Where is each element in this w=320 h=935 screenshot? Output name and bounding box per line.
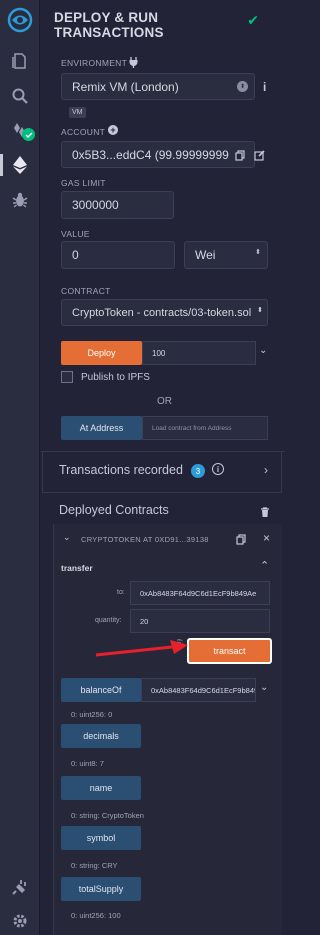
decimals-button[interactable]: decimals: [61, 724, 141, 748]
environment-label: ENVIRONMENT: [61, 58, 128, 68]
totalsupply-result: 0: uint256: 100: [71, 911, 121, 920]
gas-limit-input[interactable]: 3000000: [61, 191, 174, 219]
or-separator: OR: [157, 396, 172, 407]
icon-rail: [0, 0, 40, 935]
chevron-up-icon[interactable]: ⌃: [260, 559, 269, 572]
close-icon[interactable]: ×: [263, 531, 270, 545]
transactions-count-badge: 3: [191, 464, 205, 478]
edit-icon[interactable]: [254, 148, 265, 166]
transfer-quantity-input[interactable]: 20: [130, 609, 270, 633]
balanceof-result: 0: uint256: 0: [71, 710, 113, 719]
transactions-recorded-label: Transactions recorded: [59, 463, 183, 477]
chevron-down-icon[interactable]: ⌄: [260, 682, 268, 693]
quantity-param-label: quantity:: [95, 617, 122, 624]
copy-icon[interactable]: [236, 532, 246, 550]
trash-icon[interactable]: [260, 505, 270, 523]
contract-label: CONTRACT: [61, 286, 111, 296]
chevron-down-icon[interactable]: ⌄: [63, 532, 71, 543]
debugger-icon[interactable]: [8, 188, 32, 212]
remix-logo-icon[interactable]: [6, 6, 34, 34]
vm-badge: VM: [69, 107, 86, 118]
info-icon[interactable]: i: [212, 463, 224, 475]
at-address-button[interactable]: At Address: [61, 416, 142, 440]
value-input[interactable]: 0: [61, 241, 175, 269]
contract-instance-title: CRYPTOTOKEN AT 0XD91...39138: [81, 535, 209, 544]
totalsupply-button[interactable]: totalSupply: [61, 877, 141, 901]
to-param-label: to:: [117, 589, 125, 596]
deploy-run-icon[interactable]: [8, 153, 32, 177]
deploy-args-input[interactable]: 100: [142, 341, 256, 365]
decimals-result: 0: uint8: 7: [71, 759, 104, 768]
select-arrows-icon: ⬍: [237, 81, 248, 92]
account-label: ACCOUNT: [61, 127, 106, 137]
annotation-arrow-icon: [95, 640, 188, 657]
chevron-down-icon[interactable]: ⌄: [259, 345, 267, 356]
select-arrows-icon: ⬍: [255, 249, 261, 256]
deployed-contracts-label: Deployed Contracts: [59, 503, 169, 517]
account-select[interactable]: 0x5B3...eddC4 (99.99999999: [61, 141, 255, 168]
gas-limit-label: GAS LIMIT: [61, 178, 106, 188]
transact-button[interactable]: transact: [187, 638, 272, 664]
balanceof-button[interactable]: balanceOf: [61, 678, 141, 702]
deploy-run-panel: DEPLOY & RUN TRANSACTIONS ✔ ENVIRONMENT …: [41, 0, 285, 935]
load-address-input[interactable]: Load contract from Address: [142, 416, 268, 440]
active-indicator: [0, 154, 3, 176]
copy-icon[interactable]: [235, 148, 245, 166]
select-arrows-icon: ⬍: [257, 307, 263, 314]
symbol-result: 0: string: CRY: [71, 861, 118, 870]
chevron-right-icon[interactable]: ›: [264, 463, 268, 477]
environment-select[interactable]: Remix VM (London) ⬍: [61, 73, 255, 100]
transfer-function-label: transfer: [61, 563, 93, 573]
balanceof-input[interactable]: 0xAb8483F64d9C6d1EcF9b849Ae: [141, 678, 256, 702]
publish-ipfs-label: Publish to IPFS: [81, 372, 150, 383]
search-icon[interactable]: [8, 84, 32, 108]
info-icon[interactable]: i: [263, 80, 266, 94]
add-account-icon[interactable]: +: [108, 125, 118, 135]
check-icon: ✔: [247, 12, 259, 28]
deploy-button[interactable]: Deploy: [61, 341, 142, 365]
symbol-button[interactable]: symbol: [61, 826, 141, 850]
plugin-manager-icon[interactable]: [8, 875, 32, 899]
contract-select[interactable]: CryptoToken - contracts/03-token.sol ⬍: [61, 299, 268, 326]
transfer-to-input[interactable]: 0xAb8483F64d9C6d1EcF9b849Ae: [130, 581, 270, 605]
name-result: 0: string: CryptoToken: [71, 811, 144, 820]
value-unit-select[interactable]: Wei ⬍: [184, 241, 268, 269]
plug-icon: [128, 55, 139, 73]
name-button[interactable]: name: [61, 776, 141, 800]
file-explorer-icon[interactable]: [8, 49, 32, 73]
compile-success-icon: [22, 128, 35, 141]
publish-ipfs-checkbox[interactable]: [61, 371, 73, 383]
value-label: VALUE: [61, 229, 90, 239]
settings-gear-icon[interactable]: [8, 909, 32, 933]
page-title: DEPLOY & RUN TRANSACTIONS: [54, 10, 164, 40]
